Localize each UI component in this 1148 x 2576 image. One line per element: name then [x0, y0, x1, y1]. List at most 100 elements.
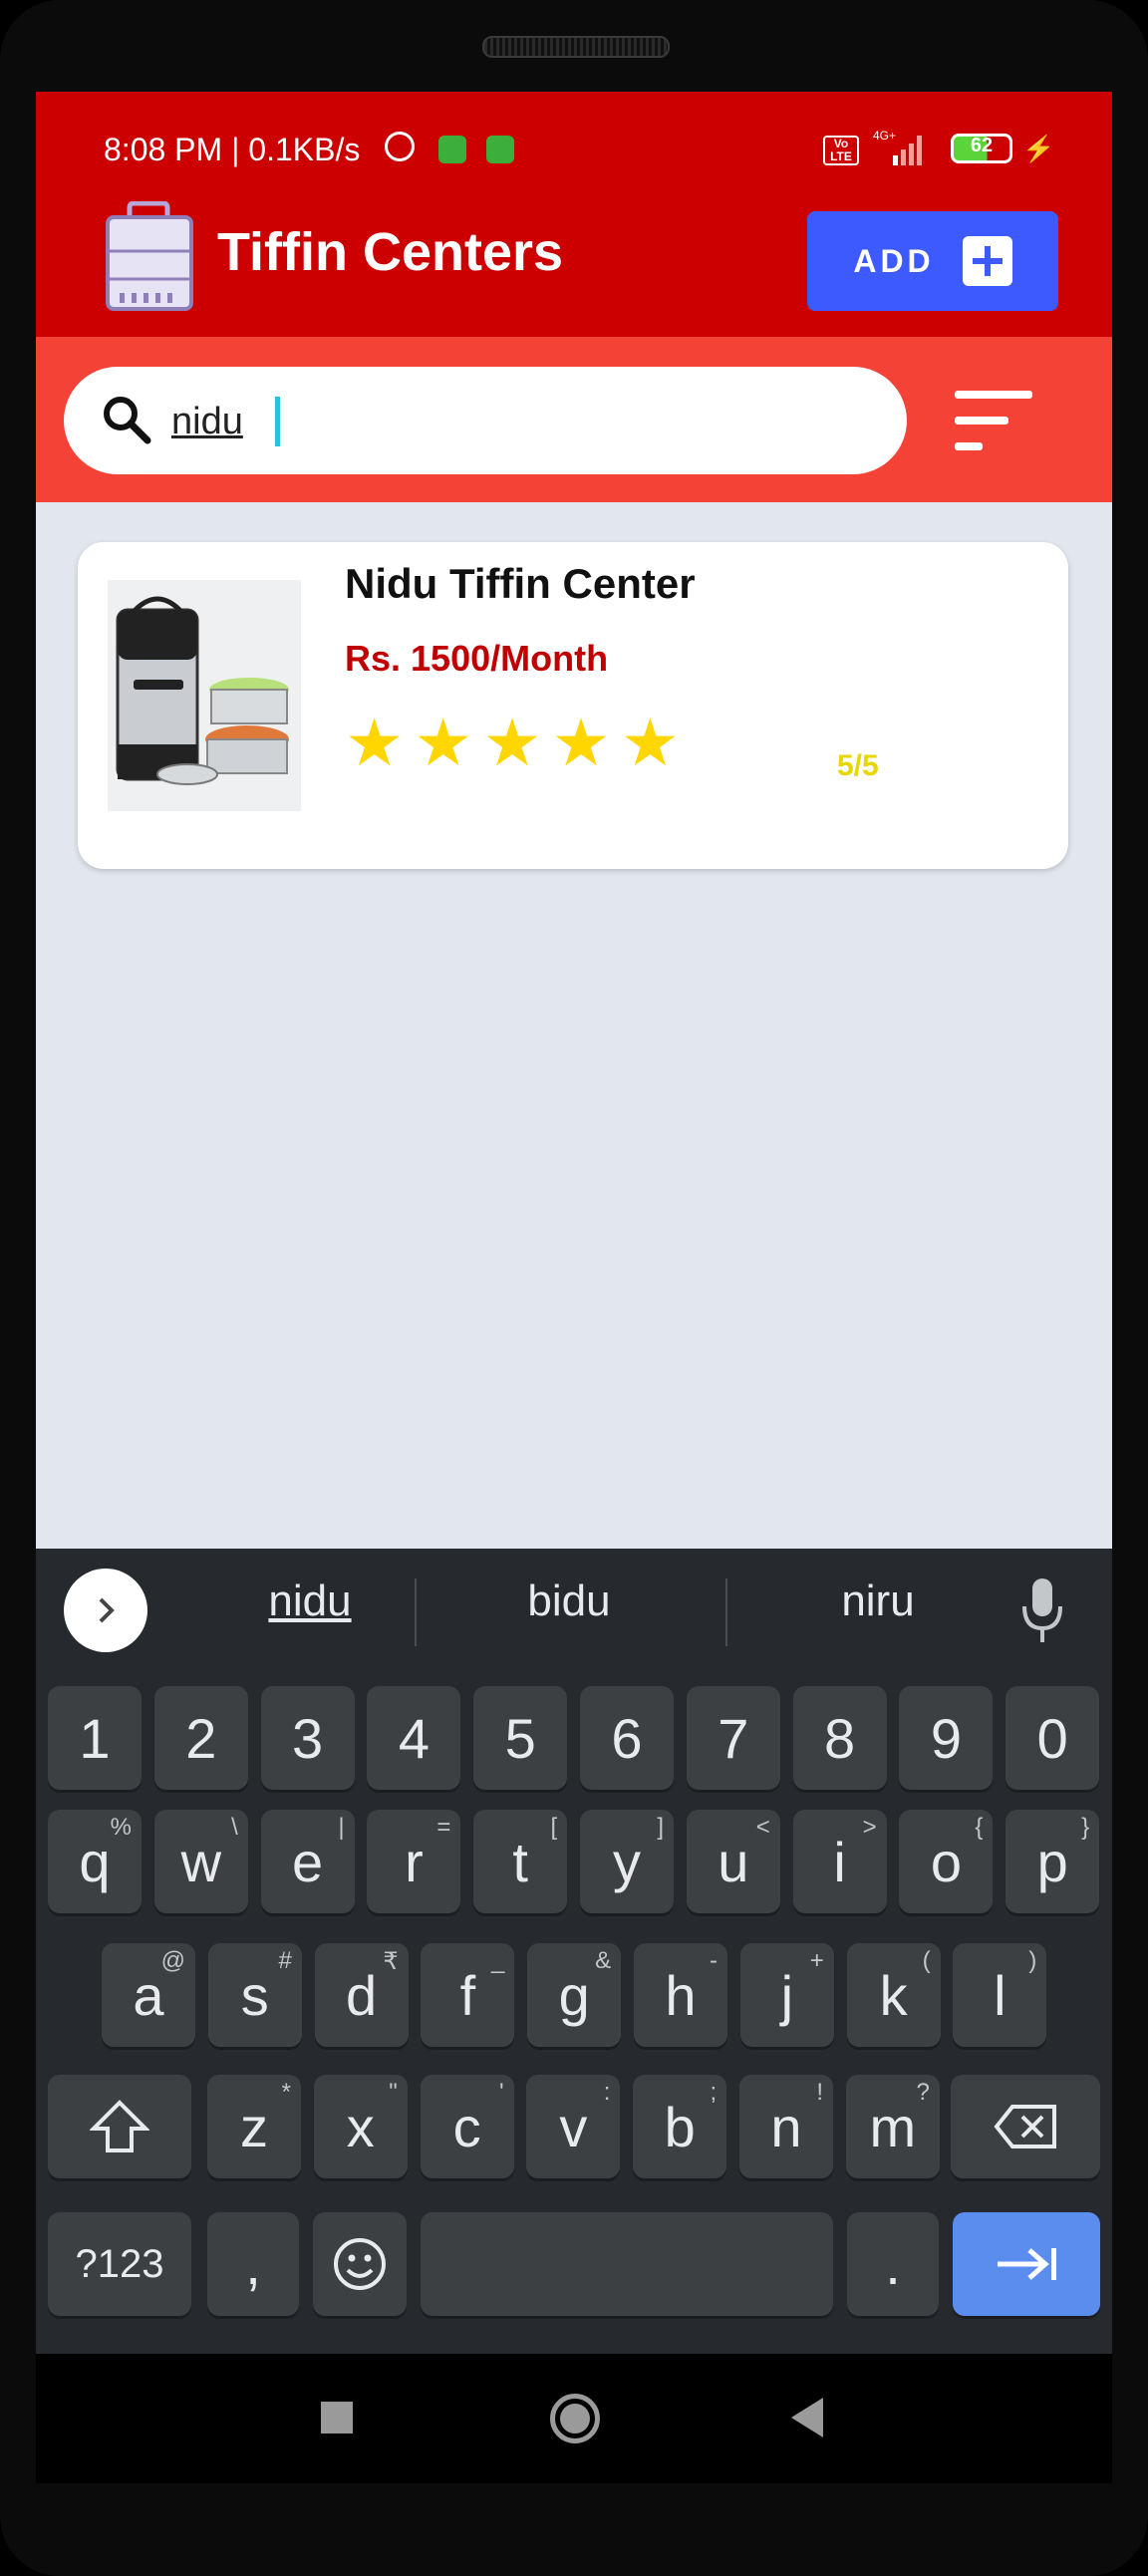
page-title: Tiffin Centers	[217, 222, 564, 282]
key-label: x	[346, 2095, 375, 2158]
period-key[interactable]: .	[847, 2212, 939, 2316]
backspace-key[interactable]	[951, 2075, 1100, 2178]
key-j[interactable]: j +	[739, 1943, 834, 2047]
key-q[interactable]: q%	[48, 1810, 142, 1913]
key-6[interactable]: 6	[580, 1686, 674, 1790]
key-7[interactable]: 7	[686, 1686, 780, 1790]
screen: 8:08 PM | 0.1KB/s Vo LTE 4G+ 62 ⚡ Tiffin…	[36, 92, 1112, 2354]
key-t[interactable]: t[	[473, 1810, 568, 1913]
suggestion-divider	[415, 1578, 417, 1646]
key-e[interactable]: e |	[260, 1810, 355, 1913]
key-r[interactable]: r =	[367, 1810, 461, 1913]
key-u[interactable]: u <	[686, 1810, 780, 1913]
space-key[interactable]	[421, 2212, 833, 2316]
key-label: 1	[79, 1706, 111, 1770]
network-type-text: 4G+	[873, 129, 896, 143]
key-y[interactable]: y]	[580, 1810, 674, 1913]
key-label: z	[240, 2095, 268, 2158]
tab-arrow-icon	[998, 2248, 1056, 2280]
key-label: d	[346, 1963, 378, 2027]
key-hint: [	[550, 1814, 558, 1841]
key-hint: %	[110, 1814, 132, 1841]
key-0[interactable]: 0	[1005, 1686, 1100, 1790]
tiffin-box-product-image	[108, 580, 301, 811]
soft-keyboard: nidu bidu niru ?123 , . 1 2 3 4 5 6 7 8 …	[36, 1549, 1112, 2354]
enter-key[interactable]	[953, 2212, 1100, 2316]
suggestion-1[interactable]: nidu	[175, 1576, 444, 1646]
search-box[interactable]	[64, 367, 907, 474]
key-hint: <	[755, 1814, 770, 1841]
star-icon: ★	[551, 706, 611, 779]
key-8[interactable]: 8	[792, 1686, 887, 1790]
add-button-label: ADD	[853, 242, 935, 279]
key-h[interactable]: h-	[634, 1943, 727, 2047]
key-v[interactable]: v:	[526, 2075, 621, 2178]
key-hint: {	[975, 1814, 984, 1841]
add-button[interactable]: ADD	[807, 211, 1058, 311]
key-c[interactable]: c '	[420, 2075, 514, 2178]
key-label: t	[512, 1830, 528, 1893]
key-i[interactable]: i >	[792, 1810, 887, 1913]
search-bar	[36, 337, 1112, 502]
comma-key[interactable]: ,	[207, 2212, 299, 2316]
key-x[interactable]: x "	[313, 2075, 408, 2178]
recent-apps-icon[interactable]	[321, 2402, 353, 2433]
key-3[interactable]: 3	[260, 1686, 355, 1790]
key-label: r	[405, 1830, 424, 1893]
key-w[interactable]: w \	[153, 1810, 248, 1913]
key-label: q	[79, 1830, 111, 1893]
key-5[interactable]: 5	[473, 1686, 568, 1790]
key-1[interactable]: 1	[48, 1686, 142, 1790]
key-z[interactable]: z *	[207, 2075, 301, 2178]
chevron-right-icon[interactable]	[64, 1569, 147, 1652]
key-s[interactable]: s #	[207, 1943, 302, 2047]
mic-icon[interactable]	[1020, 1576, 1064, 1646]
key-n[interactable]: n!	[739, 2075, 833, 2178]
key-p[interactable]: p}	[1005, 1810, 1100, 1913]
key-4[interactable]: 4	[367, 1686, 461, 1790]
key-l[interactable]: l)	[953, 1943, 1047, 2047]
key-hint: =	[436, 1814, 451, 1841]
key-hint: ?	[916, 2079, 930, 2106]
star-icon: ★	[620, 706, 680, 779]
key-g[interactable]: g &	[527, 1943, 622, 2047]
star-icon: ★	[345, 706, 405, 779]
rating-stars: ★ ★ ★ ★ ★	[345, 710, 680, 775]
key-f[interactable]: f _	[421, 1943, 515, 2047]
suggestion-3[interactable]: niru	[743, 1576, 1012, 1646]
key-k[interactable]: k(	[846, 1943, 941, 2047]
battery-level: 62	[970, 135, 994, 156]
key-label: 6	[611, 1706, 643, 1770]
key-a[interactable]: a @	[102, 1943, 195, 2047]
key-9[interactable]: 9	[899, 1686, 994, 1790]
search-input[interactable]	[169, 391, 771, 452]
key-label: 5	[504, 1706, 536, 1770]
key-hint: '	[499, 2079, 504, 2106]
key-label: 4	[398, 1706, 430, 1770]
key-b[interactable]: b;	[633, 2075, 727, 2178]
status-time: 8:08 PM | 0.1KB/s	[104, 132, 361, 167]
center-price: Rs. 1500/Month	[345, 638, 609, 679]
key-label: p	[1036, 1830, 1068, 1893]
notification-app-icon	[486, 136, 514, 163]
back-icon[interactable]	[791, 2398, 823, 2437]
tiffin-center-card[interactable]: Nidu Tiffin Center Rs. 1500/Month ★ ★ ★ ★ ★ …	[78, 542, 1068, 869]
key-label: m	[869, 2095, 917, 2158]
key-2[interactable]: 2	[153, 1686, 248, 1790]
key-hint: #	[278, 1947, 292, 1974]
volte-icon: Vo LTE	[823, 136, 859, 165]
key-hint: "	[389, 2079, 398, 2106]
key-label: h	[665, 1963, 697, 2027]
emoji-key[interactable]	[313, 2212, 407, 2316]
key-o[interactable]: o{	[899, 1810, 994, 1913]
shift-icon	[90, 2100, 149, 2152]
center-name: Nidu Tiffin Center	[345, 560, 696, 607]
key-label: a	[133, 1963, 164, 2027]
symbols-key[interactable]: ?123	[48, 2212, 191, 2316]
sort-icon[interactable]	[951, 389, 1034, 452]
shift-key[interactable]	[48, 2075, 191, 2178]
key-label: n	[770, 2095, 802, 2158]
key-m[interactable]: m?	[845, 2075, 940, 2178]
key-d[interactable]: d ₹	[314, 1943, 409, 2047]
suggestion-2[interactable]: bidu	[434, 1576, 704, 1646]
